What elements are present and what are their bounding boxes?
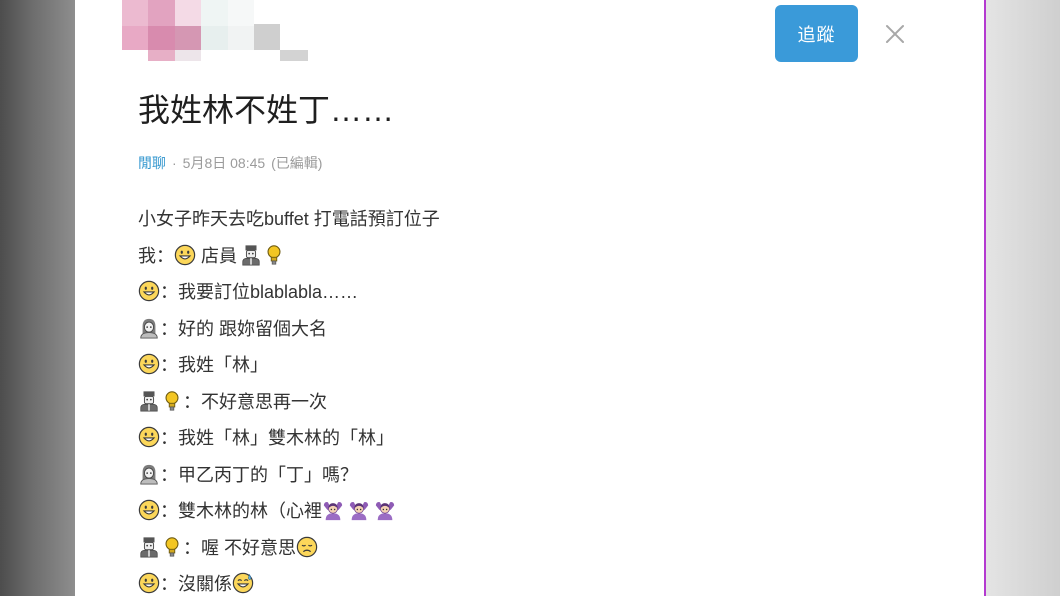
body-line: ：我姓「林」 <box>138 346 958 383</box>
bulb-icon <box>161 536 183 558</box>
bulb-icon <box>263 244 285 266</box>
backdrop-right <box>986 0 1060 596</box>
clerk-icon <box>240 244 262 266</box>
body-line: ：我姓「林」雙木林的「林」 <box>138 419 958 456</box>
body-line: ：我要訂位blablabla…… <box>138 273 958 310</box>
mosaic-block <box>122 0 148 26</box>
line-text: ：甲乙丙丁的「丁」嗎？ <box>160 464 358 485</box>
post-title: 我姓林不姓丁…… <box>138 92 395 128</box>
smile-face-icon <box>138 280 160 302</box>
category-link[interactable]: 閒聊 <box>138 155 166 171</box>
sweat-smile-icon <box>232 572 254 594</box>
gesture-person-icon <box>322 499 344 521</box>
mosaic-block <box>228 26 254 50</box>
mosaic-block <box>175 50 201 61</box>
disappointed-face-icon <box>296 536 318 558</box>
gesture-person-icon <box>348 499 370 521</box>
mosaic-block <box>148 26 175 50</box>
smile-face-icon <box>174 244 196 266</box>
mosaic-block <box>175 26 201 50</box>
line-text: ：不好意思再一次 <box>183 391 327 412</box>
line-text: 小女子昨天去吃buffet 打電話預訂位子 <box>138 209 440 230</box>
line-text: ：沒關係 <box>160 574 232 595</box>
mosaic-block <box>280 50 308 61</box>
mosaic-block <box>228 0 254 26</box>
author-mosaic <box>122 0 312 62</box>
body-line: ：甲乙丙丁的「丁」嗎？ <box>138 456 958 493</box>
meta-separator: · <box>172 155 177 171</box>
mosaic-block <box>175 0 201 26</box>
post-panel: 追蹤 我姓林不姓丁…… 閒聊 · 5月8日 08:45 (已編輯) 小女子昨天去吃b… <box>75 0 984 596</box>
gesture-person-icon <box>374 499 396 521</box>
line-text: ：我要訂位blablabla…… <box>160 282 359 303</box>
page: 追蹤 我姓林不姓丁…… 閒聊 · 5月8日 08:45 (已編輯) 小女子昨天去吃b… <box>0 0 1060 596</box>
post-date: 5月8日 08:45 <box>182 155 266 171</box>
divider-line <box>984 0 986 596</box>
backdrop-left <box>0 0 75 596</box>
follow-button[interactable]: 追蹤 <box>775 5 858 62</box>
mosaic-block <box>122 26 148 50</box>
mosaic-block <box>148 0 175 26</box>
woman-icon <box>138 317 160 339</box>
woman-icon <box>138 463 160 485</box>
body-line: ：不好意思再一次 <box>138 383 958 420</box>
smile-face-icon <box>138 353 160 375</box>
body-line: ：喔 不好意思 <box>138 529 958 566</box>
line-text: ：好的 跟妳留個大名 <box>160 318 328 339</box>
line-text: ：雙木林的林（心裡 <box>160 501 322 522</box>
line-text: 我： <box>138 245 174 266</box>
post-meta: 閒聊 · 5月8日 08:45 (已編輯) <box>138 153 322 173</box>
line-text: ：喔 不好意思 <box>183 537 297 558</box>
close-button[interactable] <box>883 22 907 46</box>
post-body: 小女子昨天去吃buffet 打電話預訂位子 我： 店員 ：我要訂位blablab… <box>138 200 958 596</box>
body-line: ：沒關係 <box>138 565 958 596</box>
clerk-icon <box>138 390 160 412</box>
body-line: ：好的 跟妳留個大名 <box>138 310 958 347</box>
mosaic-block <box>201 0 228 26</box>
mosaic-block <box>148 50 175 61</box>
bulb-icon <box>161 390 183 412</box>
smile-face-icon <box>138 572 160 594</box>
clerk-icon <box>138 536 160 558</box>
close-icon <box>886 25 904 43</box>
body-line: 小女子昨天去吃buffet 打電話預訂位子 <box>138 200 958 237</box>
body-line: 我： 店員 <box>138 237 958 274</box>
mosaic-block <box>254 24 280 50</box>
edited-label: (已編輯) <box>271 155 323 171</box>
body-line: ：雙木林的林（心裡 <box>138 492 958 529</box>
smile-face-icon <box>138 426 160 448</box>
smile-face-icon <box>138 499 160 521</box>
line-text: ：我姓「林」雙木林的「林」 <box>160 428 394 449</box>
line-text: ：我姓「林」 <box>160 355 268 376</box>
mosaic-block <box>201 26 228 50</box>
line-text: 店員 <box>196 245 238 266</box>
